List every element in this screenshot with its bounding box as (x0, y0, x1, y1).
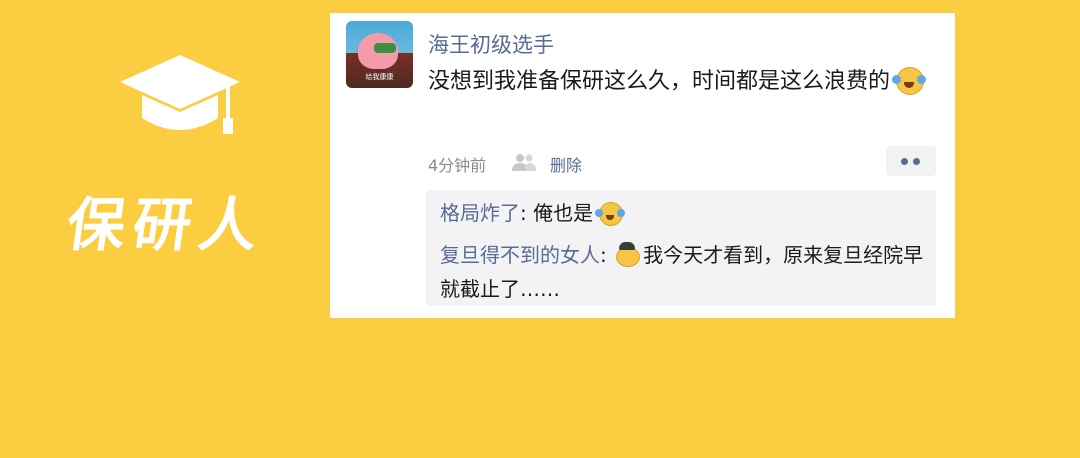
comment-item[interactable]: 格局炸了: 俺也是 (440, 196, 930, 230)
delete-link[interactable]: 删除 (550, 152, 582, 176)
laughing-crying-emoji-icon (595, 200, 626, 226)
moment-card: 给我康康 海王初级选手 没想到我准备保研这么久，时间都是这么浪费的 4分钟前 删… (330, 13, 955, 318)
avatar[interactable]: 给我康康 (346, 21, 413, 88)
brand-title: 保研人 (62, 191, 271, 259)
comments-section: 格局炸了: 俺也是 复旦得不到的女人: 我今天才看到，原来复旦经院早就截止了…… (426, 190, 936, 306)
post-text: 没想到我准备保研这么久，时间都是这么浪费的 (428, 69, 891, 94)
comment-item[interactable]: 复旦得不到的女人: 我今天才看到，原来复旦经院早就截止了…… (440, 238, 930, 306)
comment-separator: : (600, 243, 614, 267)
post-timestamp: 4分钟前 (428, 156, 487, 175)
brand-logo: 保研人 (60, 50, 310, 270)
more-dots-icon[interactable] (886, 146, 936, 176)
avatar-mouth (374, 43, 396, 53)
post-content: 没想到我准备保研这么久，时间都是这么浪费的 (428, 64, 928, 100)
laughing-crying-emoji-icon (892, 65, 927, 95)
comment-text: 俺也是 (533, 201, 594, 225)
post-username[interactable]: 海王初级选手 (428, 29, 554, 59)
dizzy-face-emoji-icon (613, 241, 641, 267)
visibility-people-icon (512, 154, 536, 171)
comment-author[interactable]: 格局炸了 (440, 201, 520, 225)
graduation-cap-icon (120, 55, 240, 134)
comment-separator: : (520, 201, 534, 225)
comment-author[interactable]: 复旦得不到的女人 (440, 243, 600, 267)
avatar-caption: 给我康康 (365, 73, 394, 81)
